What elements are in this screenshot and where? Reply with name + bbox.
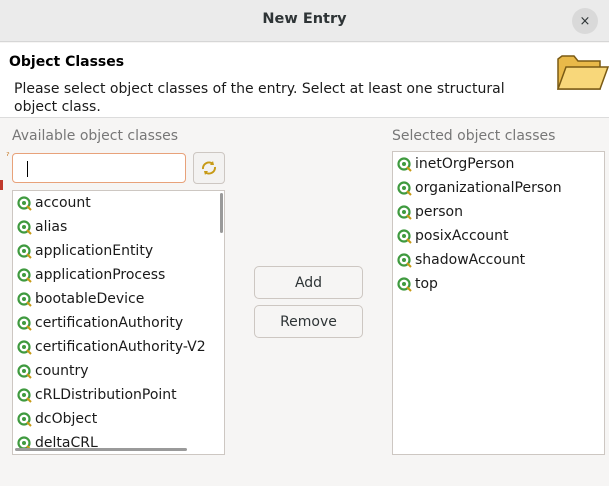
- list-item[interactable]: person: [397, 200, 463, 224]
- refresh-icon: [202, 161, 216, 175]
- available-label: Available object classes: [12, 128, 179, 144]
- object-class-icon: [17, 316, 32, 331]
- list-item[interactable]: cRLDistributionPoint: [17, 383, 177, 407]
- title-bar: New Entry ×: [0, 0, 609, 42]
- close-icon: ×: [579, 13, 591, 29]
- list-item-label: certificationAuthority: [35, 315, 184, 331]
- dialog-footer: [0, 476, 609, 486]
- list-item-label: person: [415, 204, 463, 220]
- list-item-label: alias: [35, 219, 68, 235]
- object-class-icon: [17, 196, 32, 211]
- list-item[interactable]: account: [17, 191, 91, 215]
- object-class-icon: [17, 412, 32, 427]
- object-class-icon: [397, 181, 412, 196]
- list-item[interactable]: certificationAuthority-V2: [17, 335, 206, 359]
- object-class-icon: [17, 292, 32, 307]
- list-item-label: dcObject: [35, 411, 98, 427]
- object-class-icon: [397, 253, 412, 268]
- vertical-scrollbar[interactable]: [220, 193, 223, 233]
- list-item-label: applicationProcess: [35, 267, 166, 283]
- list-item-label: top: [415, 276, 438, 292]
- list-item[interactable]: shadowAccount: [397, 248, 525, 272]
- list-item[interactable]: top: [397, 272, 438, 296]
- object-class-icon: [397, 205, 412, 220]
- list-item-label: account: [35, 195, 91, 211]
- object-class-icon: [397, 157, 412, 172]
- object-class-icon: [17, 388, 32, 403]
- section-title: Object Classes: [9, 54, 125, 70]
- list-item[interactable]: inetOrgPerson: [397, 152, 514, 176]
- add-button[interactable]: Add: [254, 266, 363, 299]
- list-item-label: country: [35, 363, 89, 379]
- available-classes-list[interactable]: deltaCRL dcObject cRLDistributionPoint coun…: [12, 190, 225, 455]
- list-item[interactable]: applicationProcess: [17, 263, 165, 287]
- refresh-button[interactable]: [193, 152, 225, 184]
- list-item-label: applicationEntity: [35, 243, 154, 259]
- object-class-icon: [17, 268, 32, 283]
- list-item[interactable]: applicationEntity: [17, 239, 153, 263]
- object-class-icon: [397, 277, 412, 292]
- object-class-icon: [17, 244, 32, 259]
- header-area: Object Classes Please select object clas…: [0, 43, 609, 118]
- list-item-label: organizationalPerson: [415, 180, 562, 196]
- list-item[interactable]: bootableDevice: [17, 287, 144, 311]
- list-item-label: inetOrgPerson: [415, 156, 515, 172]
- description-text: Please select object classes of the entr…: [14, 81, 505, 115]
- object-class-icon: [17, 340, 32, 355]
- object-class-icon: [397, 229, 412, 244]
- window-title: New Entry: [262, 11, 347, 27]
- list-item-label: bootableDevice: [35, 291, 145, 307]
- list-item-label: shadowAccount: [415, 252, 526, 268]
- remove-button[interactable]: Remove: [254, 305, 363, 338]
- object-class-icon: [17, 220, 32, 235]
- list-item[interactable]: certificationAuthority: [17, 311, 183, 335]
- horizontal-scrollbar[interactable]: [15, 448, 187, 451]
- list-item[interactable]: organizationalPerson: [397, 176, 562, 200]
- required-marker-icon: ˀ: [6, 151, 10, 162]
- folder-icon: [556, 55, 609, 90]
- selected-classes-list[interactable]: top shadowAccount posixAccount person organi…: [392, 151, 605, 455]
- list-item[interactable]: posixAccount: [397, 224, 508, 248]
- list-item-label: posixAccount: [415, 228, 509, 244]
- filter-input[interactable]: [12, 153, 186, 183]
- list-item-label: cRLDistributionPoint: [35, 387, 177, 403]
- list-item[interactable]: deltaCRL: [17, 431, 98, 454]
- list-item[interactable]: country: [17, 359, 89, 383]
- object-class-icon: [17, 364, 32, 379]
- text-caret: [27, 161, 28, 177]
- list-item[interactable]: alias: [17, 215, 67, 239]
- list-item[interactable]: dcObject: [17, 407, 97, 431]
- window-edge-marker: [0, 180, 3, 190]
- close-button[interactable]: ×: [572, 8, 598, 34]
- selected-label: Selected object classes: [392, 128, 556, 144]
- list-item-label: certificationAuthority-V2: [35, 339, 206, 355]
